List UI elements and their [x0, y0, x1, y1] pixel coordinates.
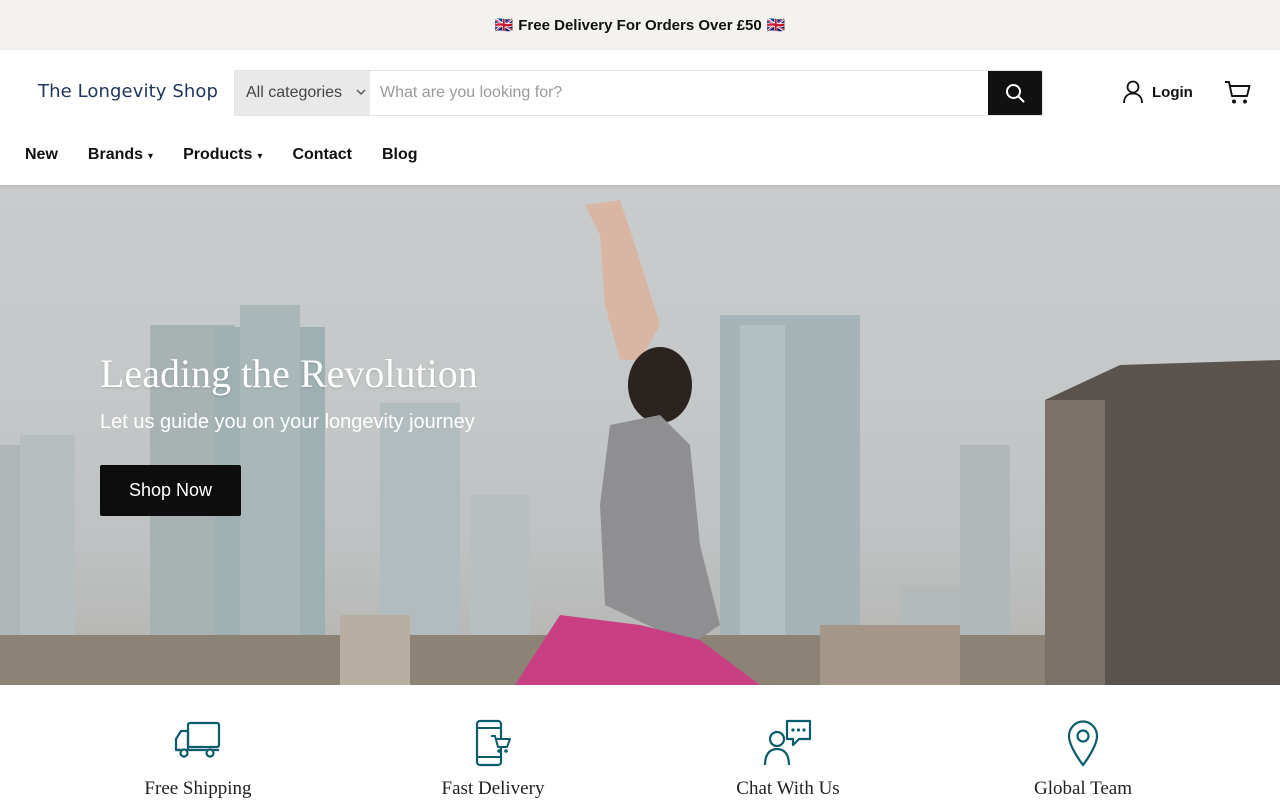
chevron-down-icon [356, 88, 366, 99]
nav-item-label: Blog [382, 146, 418, 163]
nav-item-label: Brands [87, 146, 144, 163]
nav-item-brands[interactable]: Brands ▾ [88, 146, 153, 164]
hero-title: Leading the Revolution [100, 351, 478, 396]
search-button[interactable] [988, 71, 1042, 115]
feature-label: Chat With Us [736, 778, 840, 799]
chat-icon [763, 719, 812, 766]
shop-now-button[interactable]: Shop Now [100, 465, 241, 516]
feature-label: Global Team [1033, 778, 1133, 799]
search-bar: All categories [234, 70, 1043, 116]
feature-label: Free Shipping [144, 778, 252, 799]
caret-down-icon: ▾ [257, 150, 263, 162]
main-nav: New Brands ▾ Products ▾ Contact Blog [25, 146, 418, 164]
site-header: The Longevity Shop All categories Login [0, 50, 1280, 185]
caret-down-icon: ▾ [148, 150, 154, 162]
nav-item-blog[interactable]: Blog [382, 146, 418, 164]
nav-item-label: Products [183, 146, 253, 163]
cart-icon [1225, 81, 1251, 104]
hero-banner: Leading the Revolution Let us guide you … [0, 185, 1280, 685]
nav-item-label: New [25, 146, 58, 163]
hero-subtitle: Let us guide you on your longevity journ… [100, 411, 475, 433]
truck-icon [174, 721, 221, 758]
uk-flag-icon: 🇬🇧 [494, 17, 514, 34]
login-link[interactable]: Login [1122, 80, 1193, 104]
category-select[interactable]: All categories [235, 71, 370, 115]
hero-background-image [0, 200, 1280, 685]
cart-button[interactable] [1224, 80, 1251, 110]
login-label: Login [1152, 83, 1193, 101]
user-icon [1123, 80, 1143, 104]
category-select-value: All categories [246, 84, 343, 101]
nav-item-products[interactable]: Products ▾ [183, 146, 262, 164]
nav-item-contact[interactable]: Contact [292, 146, 352, 164]
nav-item-new[interactable]: New [25, 146, 58, 164]
phone-cart-icon [475, 719, 511, 767]
announcement-bar: 🇬🇧 Free Delivery For Orders Over £50 🇬🇧 [0, 0, 1280, 50]
search-input[interactable] [370, 71, 988, 115]
uk-flag-icon: 🇬🇧 [766, 17, 786, 34]
nav-item-label: Contact [292, 146, 352, 163]
announcement-text: Free Delivery For Orders Over £50 [518, 16, 762, 34]
features-strip: Free Shipping Fast Delivery Chat With Us… [0, 685, 1280, 800]
map-pin-icon [1067, 720, 1099, 767]
search-icon [1006, 84, 1025, 103]
feature-label: Fast Delivery [441, 778, 545, 799]
site-logo[interactable]: The Longevity Shop [38, 81, 218, 102]
